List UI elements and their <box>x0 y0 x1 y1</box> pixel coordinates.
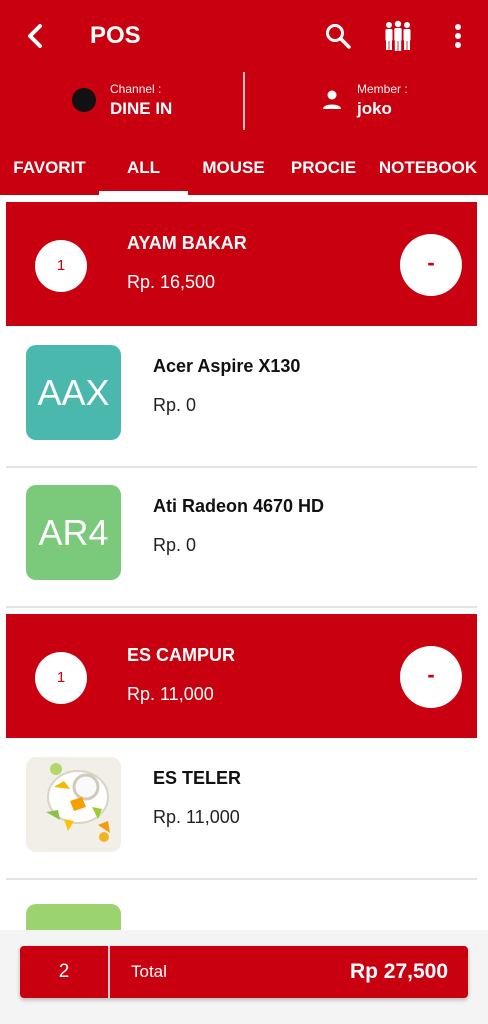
back-arrow-icon[interactable] <box>18 18 54 54</box>
item-name: AYAM BAKAR <box>127 233 247 253</box>
list-item[interactable]: ES TELER Rp. 11,000 <box>6 740 477 880</box>
member-value[interactable]: joko <box>357 99 392 119</box>
search-icon[interactable] <box>322 20 354 52</box>
channel-indicator <box>72 88 96 112</box>
item-price: Rp. 11,000 <box>127 684 214 704</box>
list-item[interactable]: AR4 Ati Radeon 4670 HD Rp. 0 <box>6 468 477 608</box>
list-item-selected[interactable]: 1 AYAM BAKAR Rp. 16,500 - <box>6 202 477 326</box>
checkout-button[interactable]: 2 Total Rp 27,500 <box>20 946 468 998</box>
info-divider <box>243 72 245 130</box>
page-title: POS <box>90 22 141 49</box>
cart-count: 2 <box>58 961 70 982</box>
quantity-badge[interactable]: 1 <box>35 652 87 704</box>
item-price: Rp. 0 <box>153 535 197 555</box>
group-icon[interactable] <box>380 18 416 54</box>
next-item-thumb-partial <box>26 904 121 930</box>
food-photo-thumb <box>26 757 121 852</box>
decrease-button[interactable]: - <box>400 646 462 708</box>
tab-mouse[interactable]: MOUSE <box>188 148 279 195</box>
item-name: ES CAMPUR <box>127 645 236 665</box>
tab-procie[interactable]: PROCIE <box>279 148 368 195</box>
tab-favorit[interactable]: FAVORIT <box>0 148 99 195</box>
info-row: Channel : DINE IN Member : joko <box>0 72 488 136</box>
member-label: Member : <box>357 82 408 96</box>
channel-label: Channel : <box>110 82 162 96</box>
item-price: Rp. 16,500 <box>127 272 216 292</box>
more-vertical-icon[interactable] <box>446 20 470 52</box>
list-item[interactable]: AAX Acer Aspire X130 Rp. 0 <box>6 328 477 468</box>
category-tabs: FAVORIT ALL MOUSE PROCIE NOTEBOOK <box>0 148 488 195</box>
item-name: Acer Aspire X130 <box>153 356 301 376</box>
total-amount: Rp 27,500 <box>349 960 448 983</box>
app-header: POS Channel : DINE IN Member : joko FAVO… <box>0 0 488 195</box>
item-price: Rp. 0 <box>153 395 197 415</box>
item-price: Rp. 11,000 <box>153 807 240 827</box>
tab-all[interactable]: ALL <box>99 148 188 195</box>
checkout-divider <box>108 946 110 998</box>
tab-notebook[interactable]: NOTEBOOK <box>368 148 488 195</box>
item-name: Ati Radeon 4670 HD <box>153 496 325 516</box>
item-initials-thumb: AR4 <box>26 485 121 580</box>
decrease-button[interactable]: - <box>400 234 462 296</box>
list-item-selected[interactable]: 1 ES CAMPUR Rp. 11,000 - <box>6 614 477 738</box>
product-list[interactable]: 1 AYAM BAKAR Rp. 16,500 - AAX Acer Aspir… <box>0 195 488 930</box>
item-name: ES TELER <box>153 768 242 788</box>
total-label: Total <box>131 962 167 981</box>
top-bar: POS <box>0 0 488 72</box>
quantity-badge[interactable]: 1 <box>35 240 87 292</box>
channel-value[interactable]: DINE IN <box>110 99 172 119</box>
item-initials-thumb: AAX <box>26 345 121 440</box>
person-icon <box>320 88 344 112</box>
bottom-bar: 2 Total Rp 27,500 <box>0 930 488 1024</box>
